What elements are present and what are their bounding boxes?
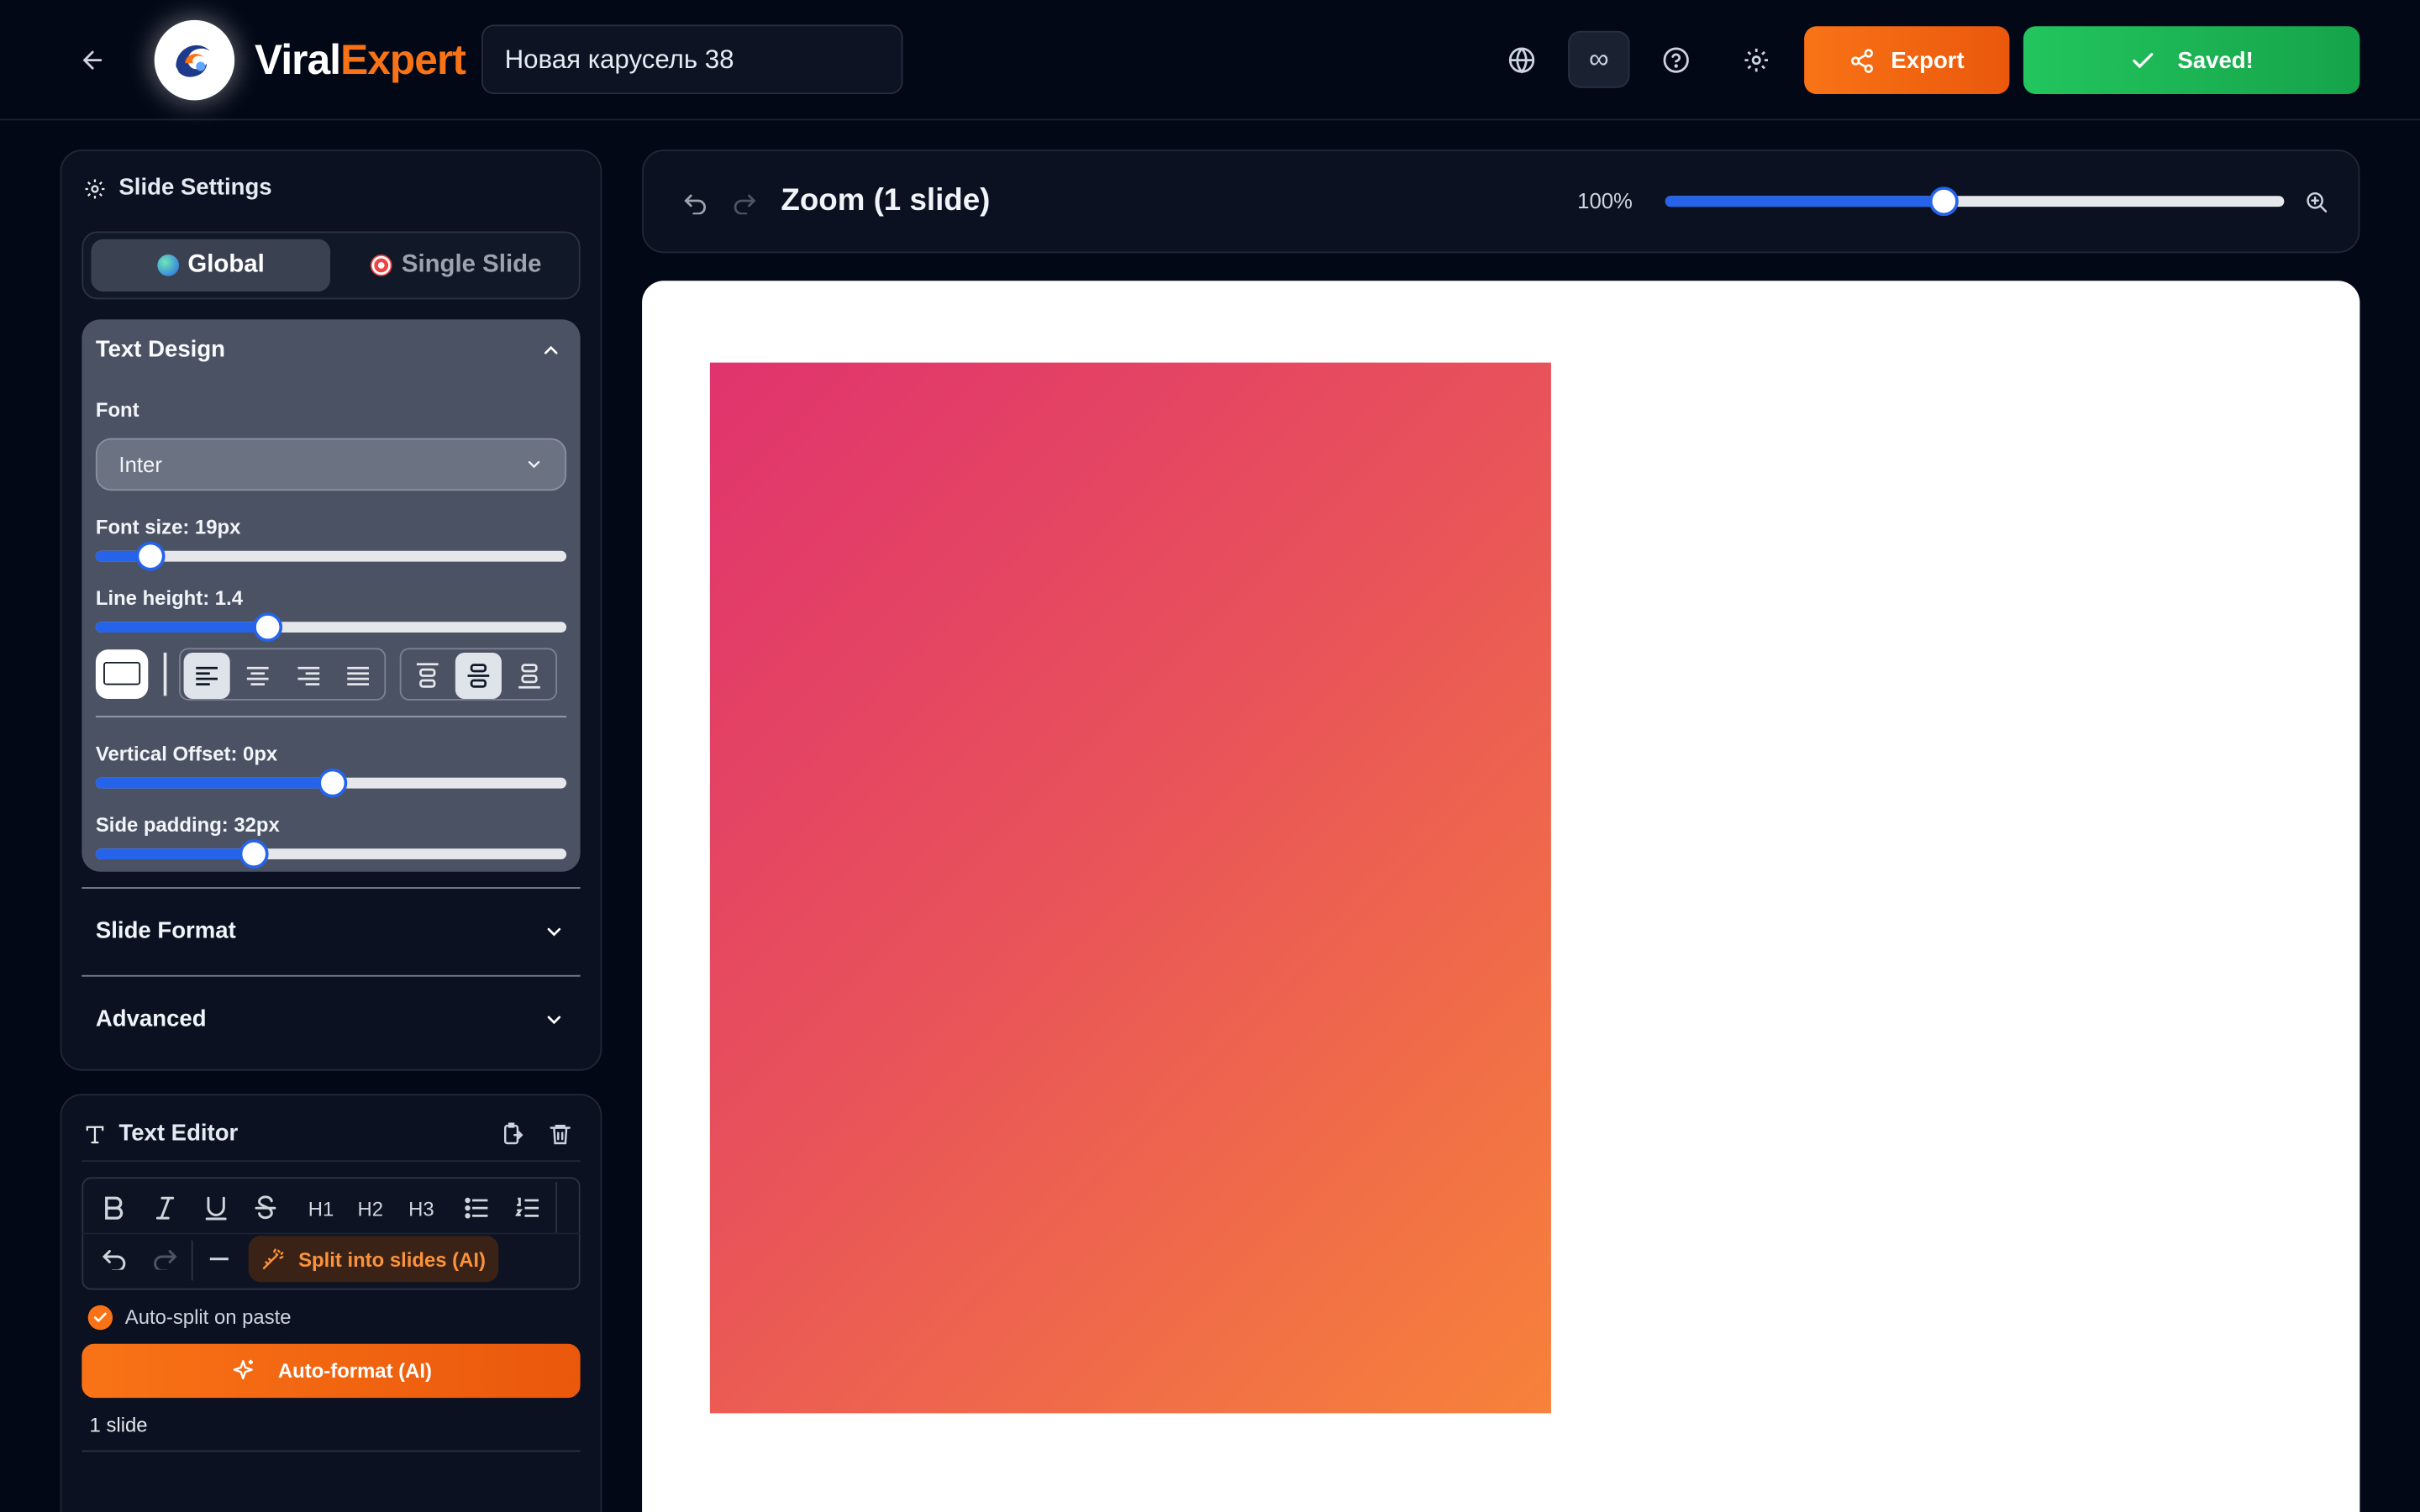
back-arrow-icon[interactable]	[74, 42, 111, 79]
chevron-down-icon	[544, 921, 566, 942]
text-color-swatch[interactable]	[95, 649, 149, 700]
vertical-offset-slider[interactable]	[95, 768, 567, 798]
align-justify-button[interactable]	[335, 653, 381, 699]
heading-1-button[interactable]: H1	[299, 1186, 342, 1229]
font-select[interactable]: Inter	[95, 438, 567, 491]
side-padding-label: Side padding: 32px	[95, 812, 280, 837]
slide-preview[interactable]	[709, 362, 1551, 1414]
infinity-icon: ∞	[1589, 43, 1609, 75]
saved-status-button[interactable]: Saved!	[2023, 26, 2360, 95]
sparkles-icon	[230, 1357, 256, 1383]
vertical-align-group	[399, 648, 558, 701]
export-label: Export	[1891, 47, 1965, 74]
split-into-slides-button[interactable]: Split into slides (AI)	[248, 1236, 499, 1283]
font-size-slider[interactable]	[95, 541, 567, 571]
editor-bottom-divider	[82, 1450, 581, 1452]
valign-top-button[interactable]	[404, 653, 450, 699]
globe-emoji-icon	[156, 255, 179, 276]
auto-split-checkbox[interactable]	[87, 1305, 113, 1331]
underline-button[interactable]	[194, 1186, 237, 1229]
font-size-label: Font size: 19px	[95, 515, 241, 539]
slider-thumb[interactable]	[135, 541, 166, 571]
advanced-title: Advanced	[95, 1005, 207, 1032]
export-button[interactable]: Export	[1804, 26, 2010, 95]
advanced-section[interactable]: Advanced	[82, 974, 581, 1062]
line-height-slider[interactable]	[95, 612, 567, 643]
brand-name: ViralExpert	[255, 37, 466, 84]
horizontal-align-group	[179, 648, 387, 701]
tab-single-slide[interactable]: Single Slide	[336, 239, 576, 291]
globe-icon[interactable]	[1502, 40, 1542, 81]
settings-gear-icon	[81, 175, 108, 202]
bullet-list-button[interactable]	[455, 1186, 498, 1229]
chevron-down-icon	[544, 1008, 566, 1030]
slide-settings-title: Slide Settings	[118, 174, 272, 201]
slider-fill	[95, 848, 253, 860]
text-type-icon	[81, 1120, 108, 1147]
slider-fill	[95, 622, 268, 633]
zoom-title: Zoom (1 slide)	[781, 183, 991, 218]
align-center-button[interactable]	[234, 653, 281, 699]
section-divider	[95, 716, 567, 718]
settings-gear-icon[interactable]	[1736, 40, 1776, 81]
zoom-in-icon[interactable]	[2302, 186, 2333, 218]
heading-2-button[interactable]: H2	[349, 1186, 392, 1229]
slider-fill	[95, 777, 331, 789]
slide-format-title: Slide Format	[95, 917, 236, 945]
check-icon	[2129, 47, 2155, 73]
trash-icon[interactable]	[544, 1119, 576, 1150]
zoom-slider[interactable]	[1665, 186, 2285, 217]
auto-format-button[interactable]: Auto-format (AI)	[82, 1343, 581, 1399]
slide-format-section[interactable]: Slide Format	[82, 887, 581, 974]
magic-wand-icon	[261, 1247, 286, 1271]
bold-button[interactable]	[92, 1186, 135, 1229]
font-select-value: Inter	[118, 452, 162, 477]
numbered-list-button[interactable]	[506, 1186, 549, 1229]
redo-button[interactable]	[144, 1237, 187, 1280]
clipboard-paste-icon[interactable]	[497, 1119, 528, 1150]
tab-global[interactable]: Global	[91, 239, 331, 292]
italic-button[interactable]	[144, 1186, 187, 1229]
line-height-label: Line height: 1.4	[95, 585, 243, 610]
project-title-input[interactable]	[481, 24, 903, 95]
app-root: ViralExpert ∞ Export Saved! Slide Settin…	[0, 0, 2420, 1512]
align-right-button[interactable]	[286, 653, 332, 699]
slider-fill	[1665, 196, 1943, 207]
horizontal-rule-button[interactable]	[197, 1237, 240, 1280]
valign-bottom-button[interactable]	[506, 653, 552, 699]
editor-divider	[82, 1160, 581, 1163]
align-left-button[interactable]	[183, 652, 230, 700]
slider-thumb[interactable]	[238, 839, 268, 869]
undo-icon[interactable]	[679, 186, 710, 218]
chevron-down-icon	[524, 455, 543, 474]
strikethrough-button[interactable]	[244, 1186, 287, 1229]
help-circle-icon[interactable]	[1656, 40, 1697, 81]
slider-thumb[interactable]	[317, 768, 347, 798]
scope-segmented-control: Global Single Slide	[82, 231, 581, 300]
share-icon	[1849, 47, 1876, 73]
text-design-title: Text Design	[95, 336, 225, 363]
chevron-up-icon[interactable]	[537, 336, 565, 364]
toolbar-row-divider	[82, 1232, 581, 1235]
side-padding-slider[interactable]	[95, 839, 567, 869]
text-editor-panel	[60, 1094, 602, 1512]
valign-middle-button[interactable]	[455, 652, 502, 700]
toolbar-divider	[163, 652, 167, 696]
text-editor-title: Text Editor	[118, 1120, 239, 1147]
heading-3-button[interactable]: H3	[400, 1186, 443, 1229]
undo-button[interactable]	[92, 1237, 135, 1280]
font-label: Font	[95, 397, 139, 422]
target-emoji-icon	[371, 255, 392, 276]
slide-count: 1 slide	[89, 1413, 148, 1437]
redo-icon[interactable]	[729, 186, 760, 218]
toolbar-separator	[191, 1240, 193, 1281]
saved-label: Saved!	[2177, 47, 2254, 74]
slider-thumb[interactable]	[1928, 186, 1959, 217]
auto-split-label: Auto-split on paste	[124, 1305, 292, 1329]
zoom-percent: 100%	[1577, 188, 1633, 213]
brand-logo[interactable]	[154, 19, 235, 101]
toolbar-separator	[555, 1181, 558, 1235]
vertical-offset-label: Vertical Offset: 0px	[95, 742, 278, 766]
infinite-loop-toggle[interactable]: ∞	[1568, 30, 1630, 88]
